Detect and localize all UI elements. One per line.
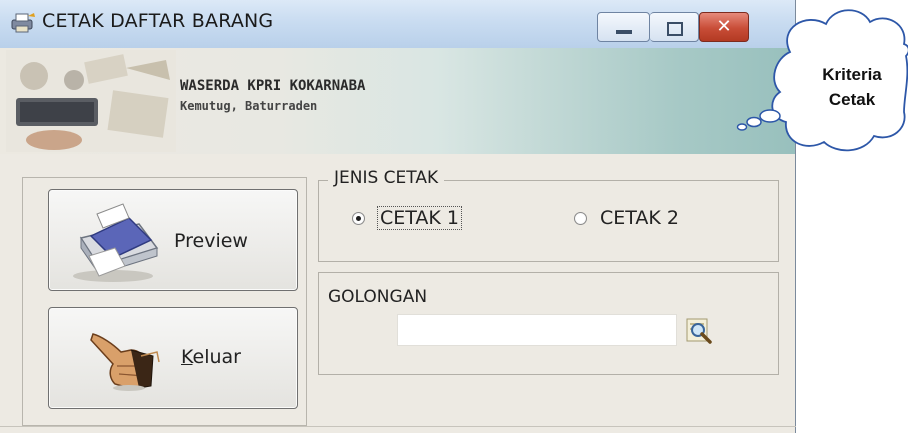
bottom-edge xyxy=(0,426,796,427)
maximize-icon xyxy=(667,22,683,36)
golongan-label: GOLONGAN xyxy=(328,287,428,307)
radio-cetak-2-label[interactable]: CETAK 2 xyxy=(600,207,679,229)
maximize-button[interactable] xyxy=(650,12,699,42)
golongan-input[interactable] xyxy=(397,314,677,346)
callout-text: Kriteria Cetak xyxy=(794,62,908,112)
keluar-label: Keluar xyxy=(181,346,241,368)
printer-icon xyxy=(73,203,159,282)
header-banner: WASERDA KPRI KOKARNABA Kemutug, Baturrad… xyxy=(0,48,795,154)
radio-checked-indicator[interactable] xyxy=(352,211,365,225)
office-collage-image xyxy=(6,50,176,152)
preview-label: Preview xyxy=(174,230,248,252)
pointing-hand-icon xyxy=(90,333,160,391)
keluar-button[interactable]: Keluar xyxy=(48,307,298,409)
radio-cetak-2[interactable]: CETAK 2 xyxy=(574,207,679,229)
radio-unchecked-indicator[interactable] xyxy=(574,211,587,225)
print-window: CETAK DAFTAR BARANG ✕ WASERDA KPRI KOKAR… xyxy=(0,0,796,433)
app-icon xyxy=(11,13,35,33)
minimize-button[interactable] xyxy=(597,12,650,42)
preview-button[interactable]: Preview xyxy=(48,189,298,291)
window-title: CETAK DAFTAR BARANG xyxy=(42,10,274,32)
company-name: WASERDA KPRI KOKARNABA xyxy=(180,78,366,94)
magnifier-icon[interactable] xyxy=(684,315,714,345)
minimize-icon xyxy=(616,30,632,34)
radio-cetak-1-label[interactable]: CETAK 1 xyxy=(377,206,462,230)
jenis-cetak-legend: JENIS CETAK xyxy=(328,168,445,188)
callout-line-1: Kriteria xyxy=(822,65,882,84)
company-address: Kemutug, Baturraden xyxy=(180,99,318,113)
radio-cetak-1[interactable]: CETAK 1 xyxy=(352,206,462,230)
title-bar[interactable]: CETAK DAFTAR BARANG ✕ xyxy=(0,0,795,49)
callout-line-2: Cetak xyxy=(828,90,876,109)
